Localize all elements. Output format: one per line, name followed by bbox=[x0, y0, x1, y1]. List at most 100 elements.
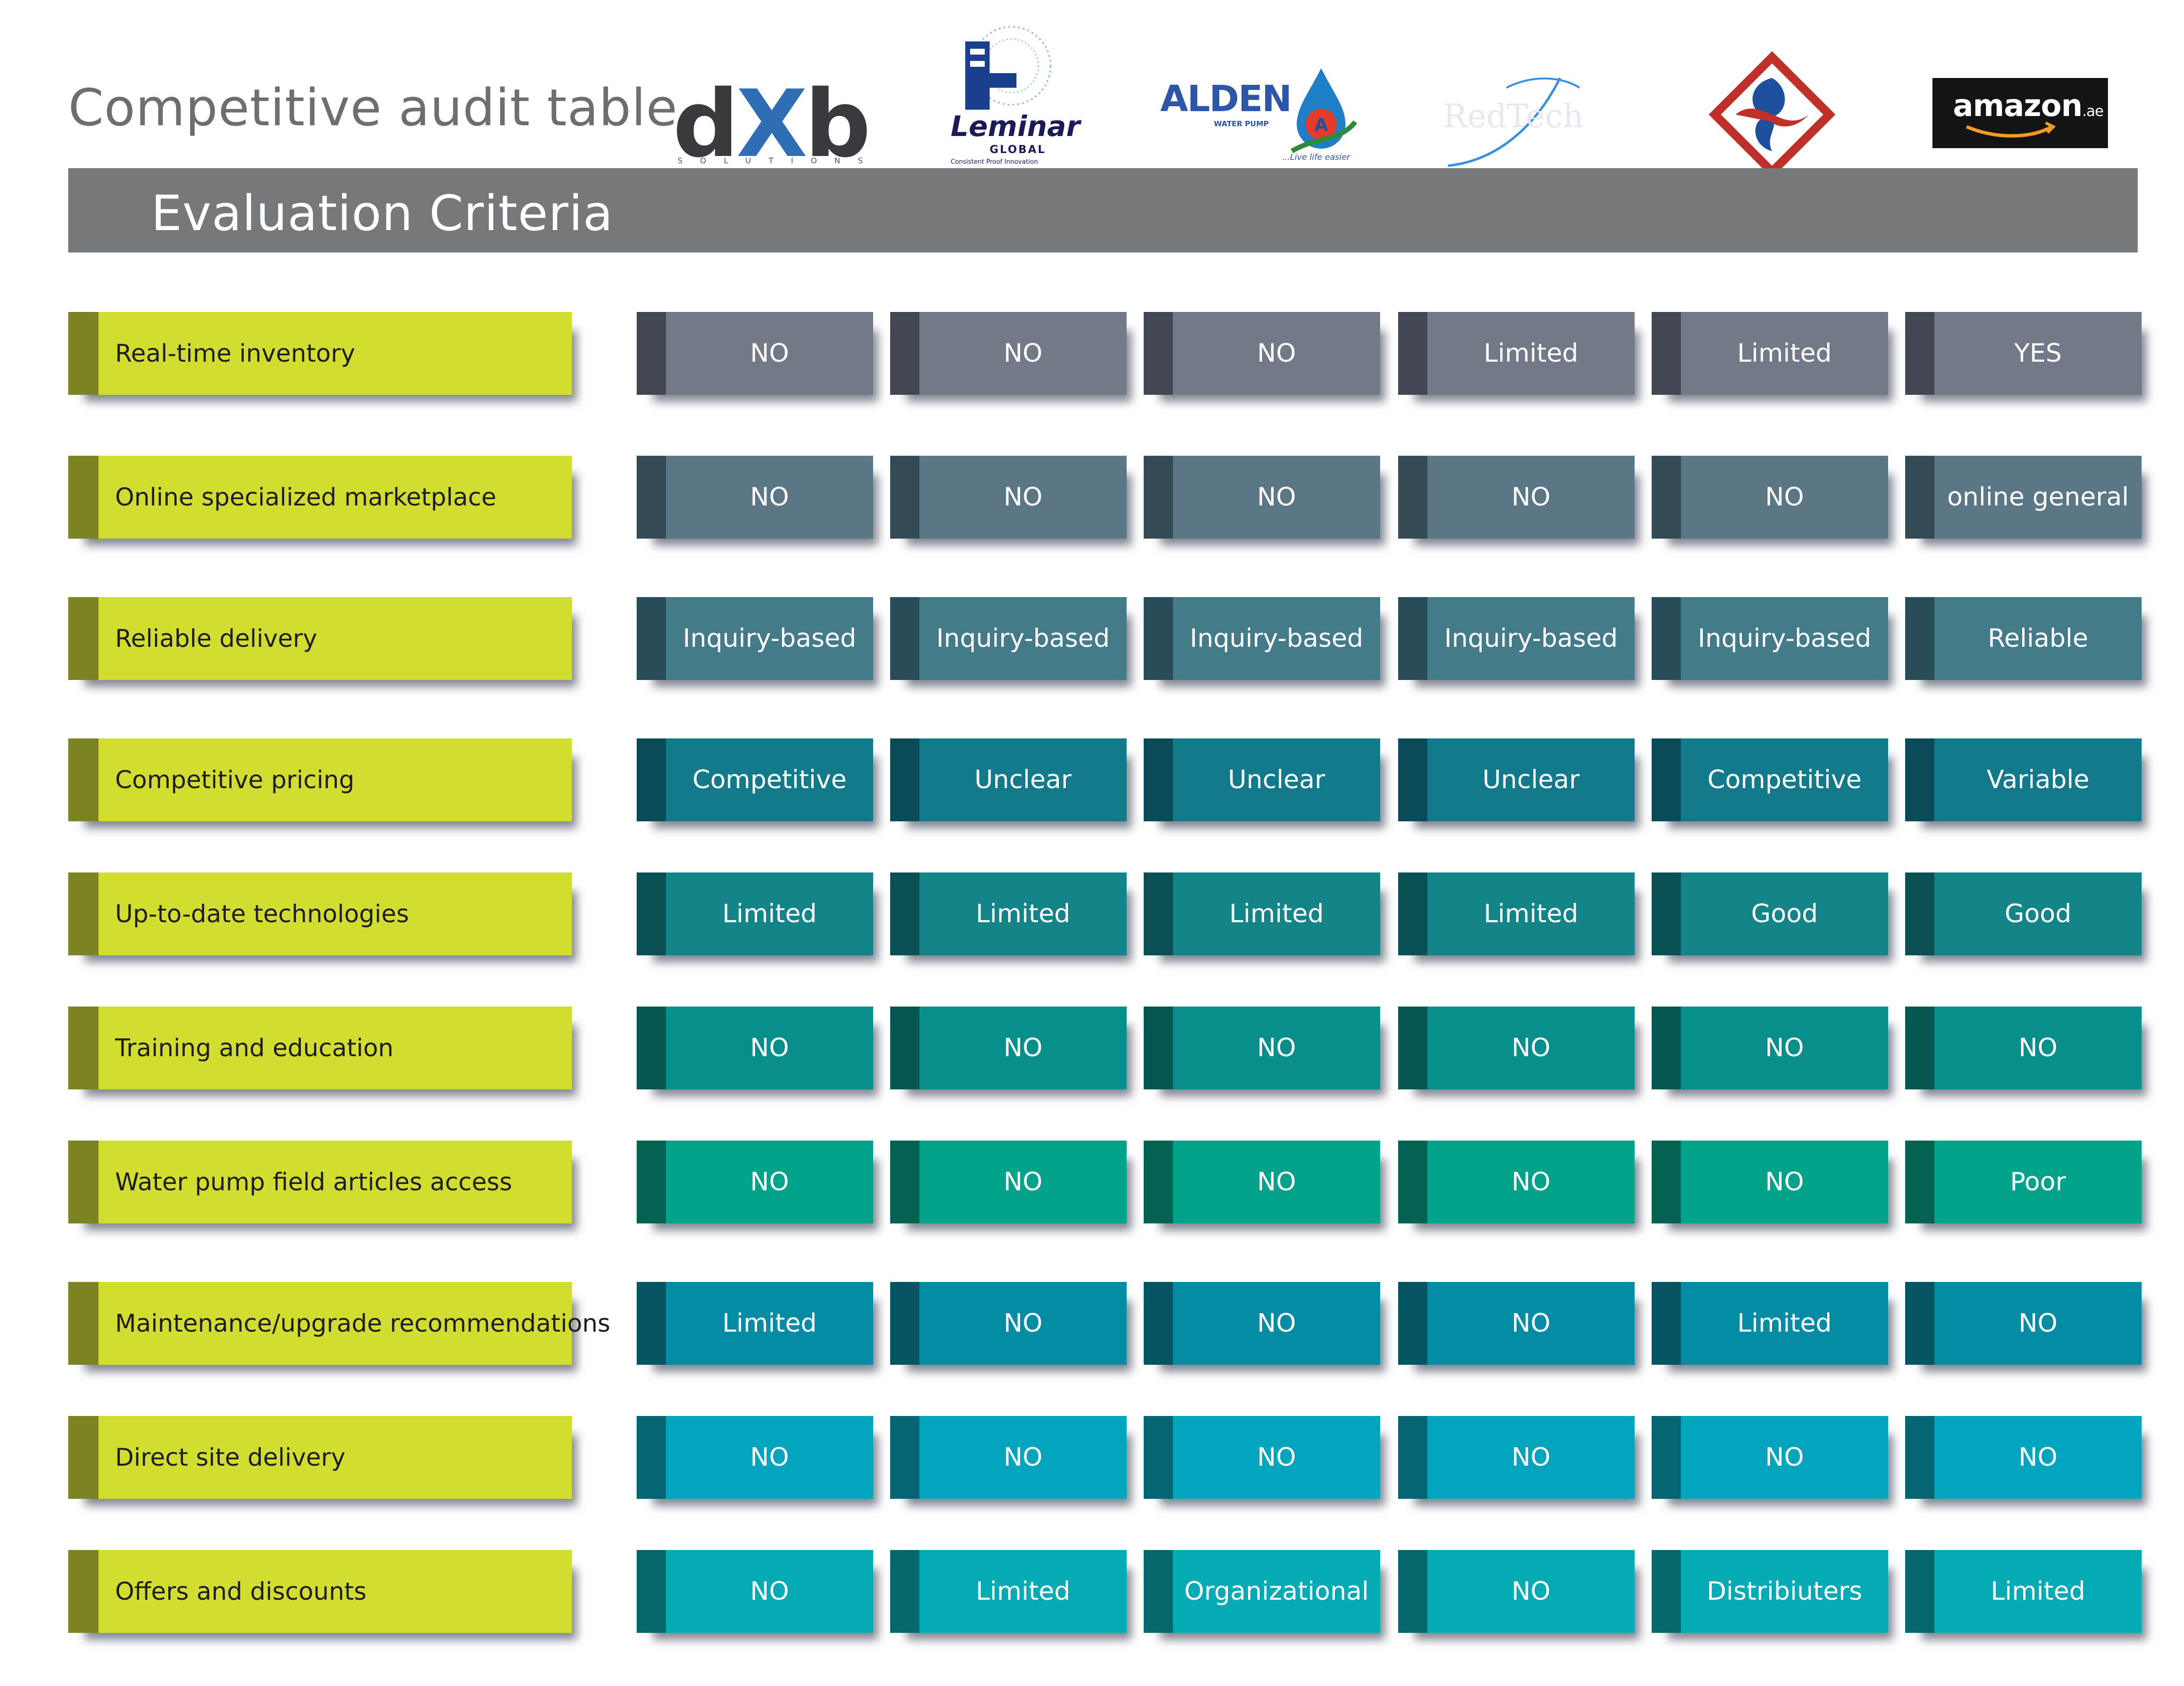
rating-value: NO bbox=[1257, 1443, 1296, 1472]
rating-cell: Limited bbox=[1652, 1282, 1888, 1365]
rating-value: Limited bbox=[1990, 1577, 2086, 1606]
cell-accent-bar bbox=[1905, 1416, 1934, 1499]
rating-cell: Competitive bbox=[1652, 738, 1888, 821]
cell-accent-bar bbox=[890, 1416, 919, 1499]
rating-value: Unclear bbox=[1482, 765, 1580, 795]
criterion-text: Competitive pricing bbox=[115, 766, 354, 794]
cell-accent-bar bbox=[1144, 1007, 1173, 1089]
cell-accent-bar bbox=[1398, 597, 1427, 680]
redtech-logo: RedTech bbox=[1438, 68, 1594, 175]
cell-accent-bar bbox=[637, 312, 666, 395]
leminar-global: GLOBAL bbox=[990, 144, 1046, 156]
rating-cell: NO bbox=[1905, 1282, 2142, 1365]
cell-accent-bar bbox=[637, 1007, 666, 1089]
criterion-label: Competitive pricing bbox=[68, 738, 572, 821]
amazon-smile-icon bbox=[1966, 121, 2056, 138]
cell-accent-bar bbox=[1652, 1282, 1681, 1365]
cell-accent-bar bbox=[1652, 1416, 1681, 1499]
rating-value: NO bbox=[750, 339, 789, 368]
cell-accent-bar bbox=[1398, 1550, 1427, 1633]
cell-accent-bar bbox=[1905, 1282, 1934, 1365]
rating-value: NO bbox=[1257, 339, 1296, 368]
rating-value: Inquiry-based bbox=[1444, 624, 1618, 653]
rating-value: Limited bbox=[1483, 899, 1579, 929]
svg-text:A: A bbox=[1314, 115, 1328, 135]
diamond-swirl-logo bbox=[1706, 49, 1838, 180]
cell-accent-bar bbox=[1144, 1416, 1173, 1499]
rating-value: NO bbox=[1765, 483, 1804, 512]
cell-accent-bar bbox=[1652, 1141, 1681, 1223]
criterion-label: Real-time inventory bbox=[68, 312, 572, 395]
rating-cell: Limited bbox=[637, 872, 873, 955]
rating-cell: Unclear bbox=[1398, 738, 1635, 821]
rating-cell: NO bbox=[890, 456, 1127, 539]
redtech-name: RedTech bbox=[1443, 97, 1584, 135]
cell-accent-bar bbox=[1398, 312, 1427, 395]
rating-value: NO bbox=[1003, 1167, 1043, 1197]
rating-cell: NO bbox=[890, 1007, 1127, 1089]
rating-value: NO bbox=[1511, 1167, 1551, 1197]
leminar-global-logo: Leminar GLOBAL Consistent Proof Innovati… bbox=[931, 19, 1080, 166]
rating-cell: NO bbox=[1652, 1141, 1888, 1223]
cell-accent-bar bbox=[1398, 456, 1427, 539]
rating-cell: NO bbox=[637, 1141, 873, 1223]
criterion-accent-bar bbox=[68, 872, 98, 955]
cell-accent-bar bbox=[890, 1141, 919, 1223]
criterion-accent-bar bbox=[68, 1141, 98, 1223]
cell-accent-bar bbox=[1398, 738, 1427, 821]
rating-cell: Organizational bbox=[1144, 1550, 1380, 1633]
rating-cell: Variable bbox=[1905, 738, 2142, 821]
rating-value: NO bbox=[750, 1033, 789, 1063]
diamond-swirl-icon bbox=[1709, 51, 1835, 178]
rating-value: NO bbox=[1511, 1577, 1551, 1606]
cell-accent-bar bbox=[637, 872, 666, 955]
rating-value: Distribiuters bbox=[1706, 1577, 1863, 1606]
rating-cell: NO bbox=[1905, 1007, 2142, 1089]
criterion-accent-bar bbox=[68, 312, 98, 395]
cell-accent-bar bbox=[1652, 312, 1681, 395]
cell-accent-bar bbox=[890, 1282, 919, 1365]
rating-cell: Limited bbox=[1652, 312, 1888, 395]
alden-tag: ...Live life easier bbox=[1282, 153, 1350, 162]
table-row: Real-time inventory NO NO NO Limited Limited Y… bbox=[0, 312, 2184, 395]
cell-accent-bar bbox=[1905, 456, 1934, 539]
rating-value: Limited bbox=[1737, 1309, 1832, 1338]
cell-accent-bar bbox=[1652, 597, 1681, 680]
cell-accent-bar bbox=[1652, 872, 1681, 955]
cell-accent-bar bbox=[637, 738, 666, 821]
rating-cell: Distribiuters bbox=[1652, 1550, 1888, 1633]
rating-cell: Inquiry-based bbox=[637, 597, 873, 680]
rating-value: Good bbox=[2005, 899, 2071, 929]
rating-cell: NO bbox=[890, 1141, 1127, 1223]
cell-accent-bar bbox=[890, 1550, 919, 1633]
rating-cell: YES bbox=[1905, 312, 2142, 395]
rating-cell: NO bbox=[637, 1007, 873, 1089]
rating-cell: Limited bbox=[890, 1550, 1127, 1633]
rating-value: Organizational bbox=[1184, 1577, 1369, 1606]
rating-value: NO bbox=[2018, 1033, 2058, 1063]
rating-cell: NO bbox=[1905, 1416, 2142, 1499]
rating-cell: NO bbox=[1652, 456, 1888, 539]
cell-accent-bar bbox=[637, 597, 666, 680]
cell-accent-bar bbox=[1905, 1141, 1934, 1223]
cell-accent-bar bbox=[1652, 1550, 1681, 1633]
cell-accent-bar bbox=[637, 1416, 666, 1499]
rating-cell: Inquiry-based bbox=[1398, 597, 1635, 680]
cell-accent-bar bbox=[1905, 738, 1934, 821]
criterion-text: Maintenance/upgrade recommendations bbox=[115, 1309, 610, 1337]
rating-cell: NO bbox=[1398, 1550, 1635, 1633]
dxb-solutions-logo: dXb SOLUTIONS bbox=[673, 78, 871, 171]
cell-accent-bar bbox=[1905, 597, 1934, 680]
rating-cell: Competitive bbox=[637, 738, 873, 821]
rating-cell: NO bbox=[1398, 1282, 1635, 1365]
rating-cell: NO bbox=[637, 1416, 873, 1499]
rating-cell: Limited bbox=[637, 1282, 873, 1365]
rating-cell: Inquiry-based bbox=[890, 597, 1127, 680]
table-row: Water pump field articles access NO NO NO NO… bbox=[0, 1141, 2184, 1223]
rating-cell: Limited bbox=[1144, 872, 1380, 955]
rating-cell: NO bbox=[1398, 1007, 1635, 1089]
rating-cell: online general bbox=[1905, 456, 2142, 539]
rating-cell: NO bbox=[1144, 1007, 1380, 1089]
table-row: Training and education NO NO NO NO NO NO bbox=[0, 1007, 2184, 1089]
rating-value: Limited bbox=[1483, 339, 1579, 368]
